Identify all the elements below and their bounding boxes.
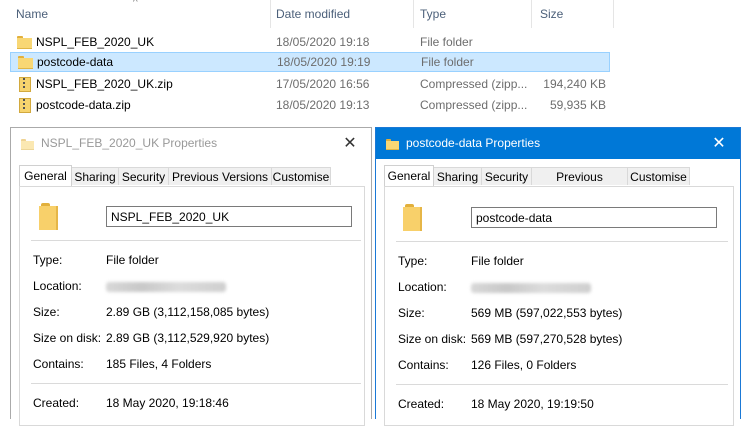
- tab-general[interactable]: General: [384, 165, 434, 186]
- created-label: Created:: [33, 396, 80, 410]
- divider: [31, 240, 361, 241]
- type-value: File folder: [471, 254, 524, 268]
- dialog-title: postcode-data Properties: [406, 136, 541, 150]
- file-name: NSPL_FEB_2020_UK.zip: [36, 77, 173, 91]
- size-value: 569 MB (597,022,553 bytes): [471, 306, 623, 320]
- type-label: Type:: [33, 253, 63, 267]
- file-size: 194,240 KB: [543, 77, 606, 91]
- file-row[interactable]: NSPL_FEB_2020_UK.zip 17/05/2020 16:56 Co…: [10, 74, 610, 94]
- size-label: Size:: [33, 305, 60, 319]
- file-type: File folder: [420, 35, 473, 49]
- folder-name-input[interactable]: [106, 206, 352, 227]
- properties-dialog-postcode-data: postcode-data Properties ✕ General Shari…: [375, 127, 741, 426]
- tab-sharing[interactable]: Sharing: [71, 167, 119, 185]
- created-value: 18 May 2020, 19:18:46: [106, 396, 229, 410]
- file-date: 18/05/2020 19:18: [276, 35, 370, 49]
- zip-icon: [17, 77, 32, 92]
- column-header-date[interactable]: Date modified: [276, 0, 350, 28]
- column-header-type[interactable]: Type: [420, 0, 446, 28]
- file-date: 18/05/2020 19:13: [276, 98, 370, 112]
- column-divider[interactable]: [531, 0, 532, 28]
- folder-icon: [386, 138, 399, 150]
- column-divider[interactable]: [413, 0, 414, 28]
- zip-icon: [17, 98, 32, 113]
- divider: [396, 384, 728, 385]
- properties-dialog-nspl: NSPL_FEB_2020_UK Properties ✕ General Sh…: [10, 127, 372, 426]
- column-header-name[interactable]: Name: [16, 0, 48, 28]
- column-divider[interactable]: [270, 0, 271, 28]
- general-tab-panel: Type: File folder Location: Size: 2.89 G…: [19, 186, 365, 426]
- file-name: postcode-data: [37, 55, 114, 69]
- close-button[interactable]: ✕: [329, 128, 371, 159]
- contains-value: 185 Files, 4 Folders: [106, 357, 212, 371]
- created-value: 18 May 2020, 19:19:50: [471, 397, 594, 411]
- contains-value: 126 Files, 0 Folders: [471, 358, 577, 372]
- general-tab-panel: Type: File folder Location: Size: 569 MB…: [384, 186, 734, 426]
- dialog-titlebar[interactable]: postcode-data Properties ✕: [376, 128, 740, 159]
- size-label: Size:: [398, 306, 425, 320]
- file-row[interactable]: postcode-data.zip 18/05/2020 19:13 Compr…: [10, 95, 610, 115]
- type-value: File folder: [106, 253, 159, 267]
- location-value-redacted: [106, 282, 226, 292]
- size-value: 2.89 GB (3,112,158,085 bytes): [106, 305, 270, 319]
- size-on-disk-label: Size on disk:: [33, 331, 102, 345]
- file-list: Name ^ Date modified Type Size NSPL_FEB_…: [0, 0, 751, 124]
- tab-customise[interactable]: Customise: [271, 167, 331, 185]
- tab-previous-versions[interactable]: Previous Versions: [168, 167, 272, 185]
- tab-previous-versions[interactable]: Previous Versions: [531, 167, 628, 202]
- divider: [396, 241, 728, 242]
- tab-customise[interactable]: Customise: [627, 167, 690, 185]
- dialog-title: NSPL_FEB_2020_UK Properties: [41, 136, 218, 150]
- tab-sharing[interactable]: Sharing: [433, 167, 482, 185]
- sort-ascending-icon: ^: [133, 0, 138, 8]
- file-row[interactable]: NSPL_FEB_2020_UK 18/05/2020 19:18 File f…: [10, 32, 610, 52]
- file-row-selected[interactable]: postcode-data 18/05/2020 19:19 File fold…: [10, 52, 610, 72]
- file-size: 59,935 KB: [549, 98, 606, 112]
- file-name: NSPL_FEB_2020_UK: [36, 35, 155, 49]
- file-type: File folder: [421, 55, 474, 69]
- size-on-disk-label: Size on disk:: [398, 332, 467, 346]
- location-value-redacted: [471, 283, 591, 293]
- tab-security[interactable]: Security: [118, 167, 169, 185]
- location-label: Location:: [398, 280, 447, 294]
- contains-label: Contains:: [33, 357, 84, 371]
- close-button[interactable]: ✕: [698, 128, 740, 159]
- file-name: postcode-data.zip: [36, 98, 131, 112]
- dialog-titlebar[interactable]: NSPL_FEB_2020_UK Properties ✕: [11, 128, 371, 159]
- created-label: Created:: [398, 397, 445, 411]
- folder-icon: [21, 138, 34, 150]
- folder-name-input[interactable]: [471, 207, 717, 228]
- tab-security[interactable]: Security: [481, 167, 532, 185]
- divider: [31, 383, 361, 384]
- type-label: Type:: [398, 254, 428, 268]
- location-label: Location:: [33, 279, 82, 293]
- column-header-size[interactable]: Size: [540, 0, 563, 28]
- size-on-disk-value: 2.89 GB (3,112,529,920 bytes): [106, 331, 270, 345]
- column-divider[interactable]: [613, 0, 614, 28]
- folder-icon: [18, 55, 33, 69]
- file-date: 17/05/2020 16:56: [276, 77, 370, 91]
- folder-icon: [17, 35, 32, 49]
- file-type: Compressed (zipp...: [420, 77, 528, 91]
- contains-label: Contains:: [398, 358, 449, 372]
- file-date: 18/05/2020 19:19: [277, 55, 371, 69]
- folder-icon: [39, 203, 59, 230]
- file-type: Compressed (zipp...: [420, 98, 528, 112]
- tab-general[interactable]: General: [19, 165, 72, 186]
- folder-icon: [403, 204, 423, 231]
- size-on-disk-value: 569 MB (597,270,528 bytes): [471, 332, 623, 346]
